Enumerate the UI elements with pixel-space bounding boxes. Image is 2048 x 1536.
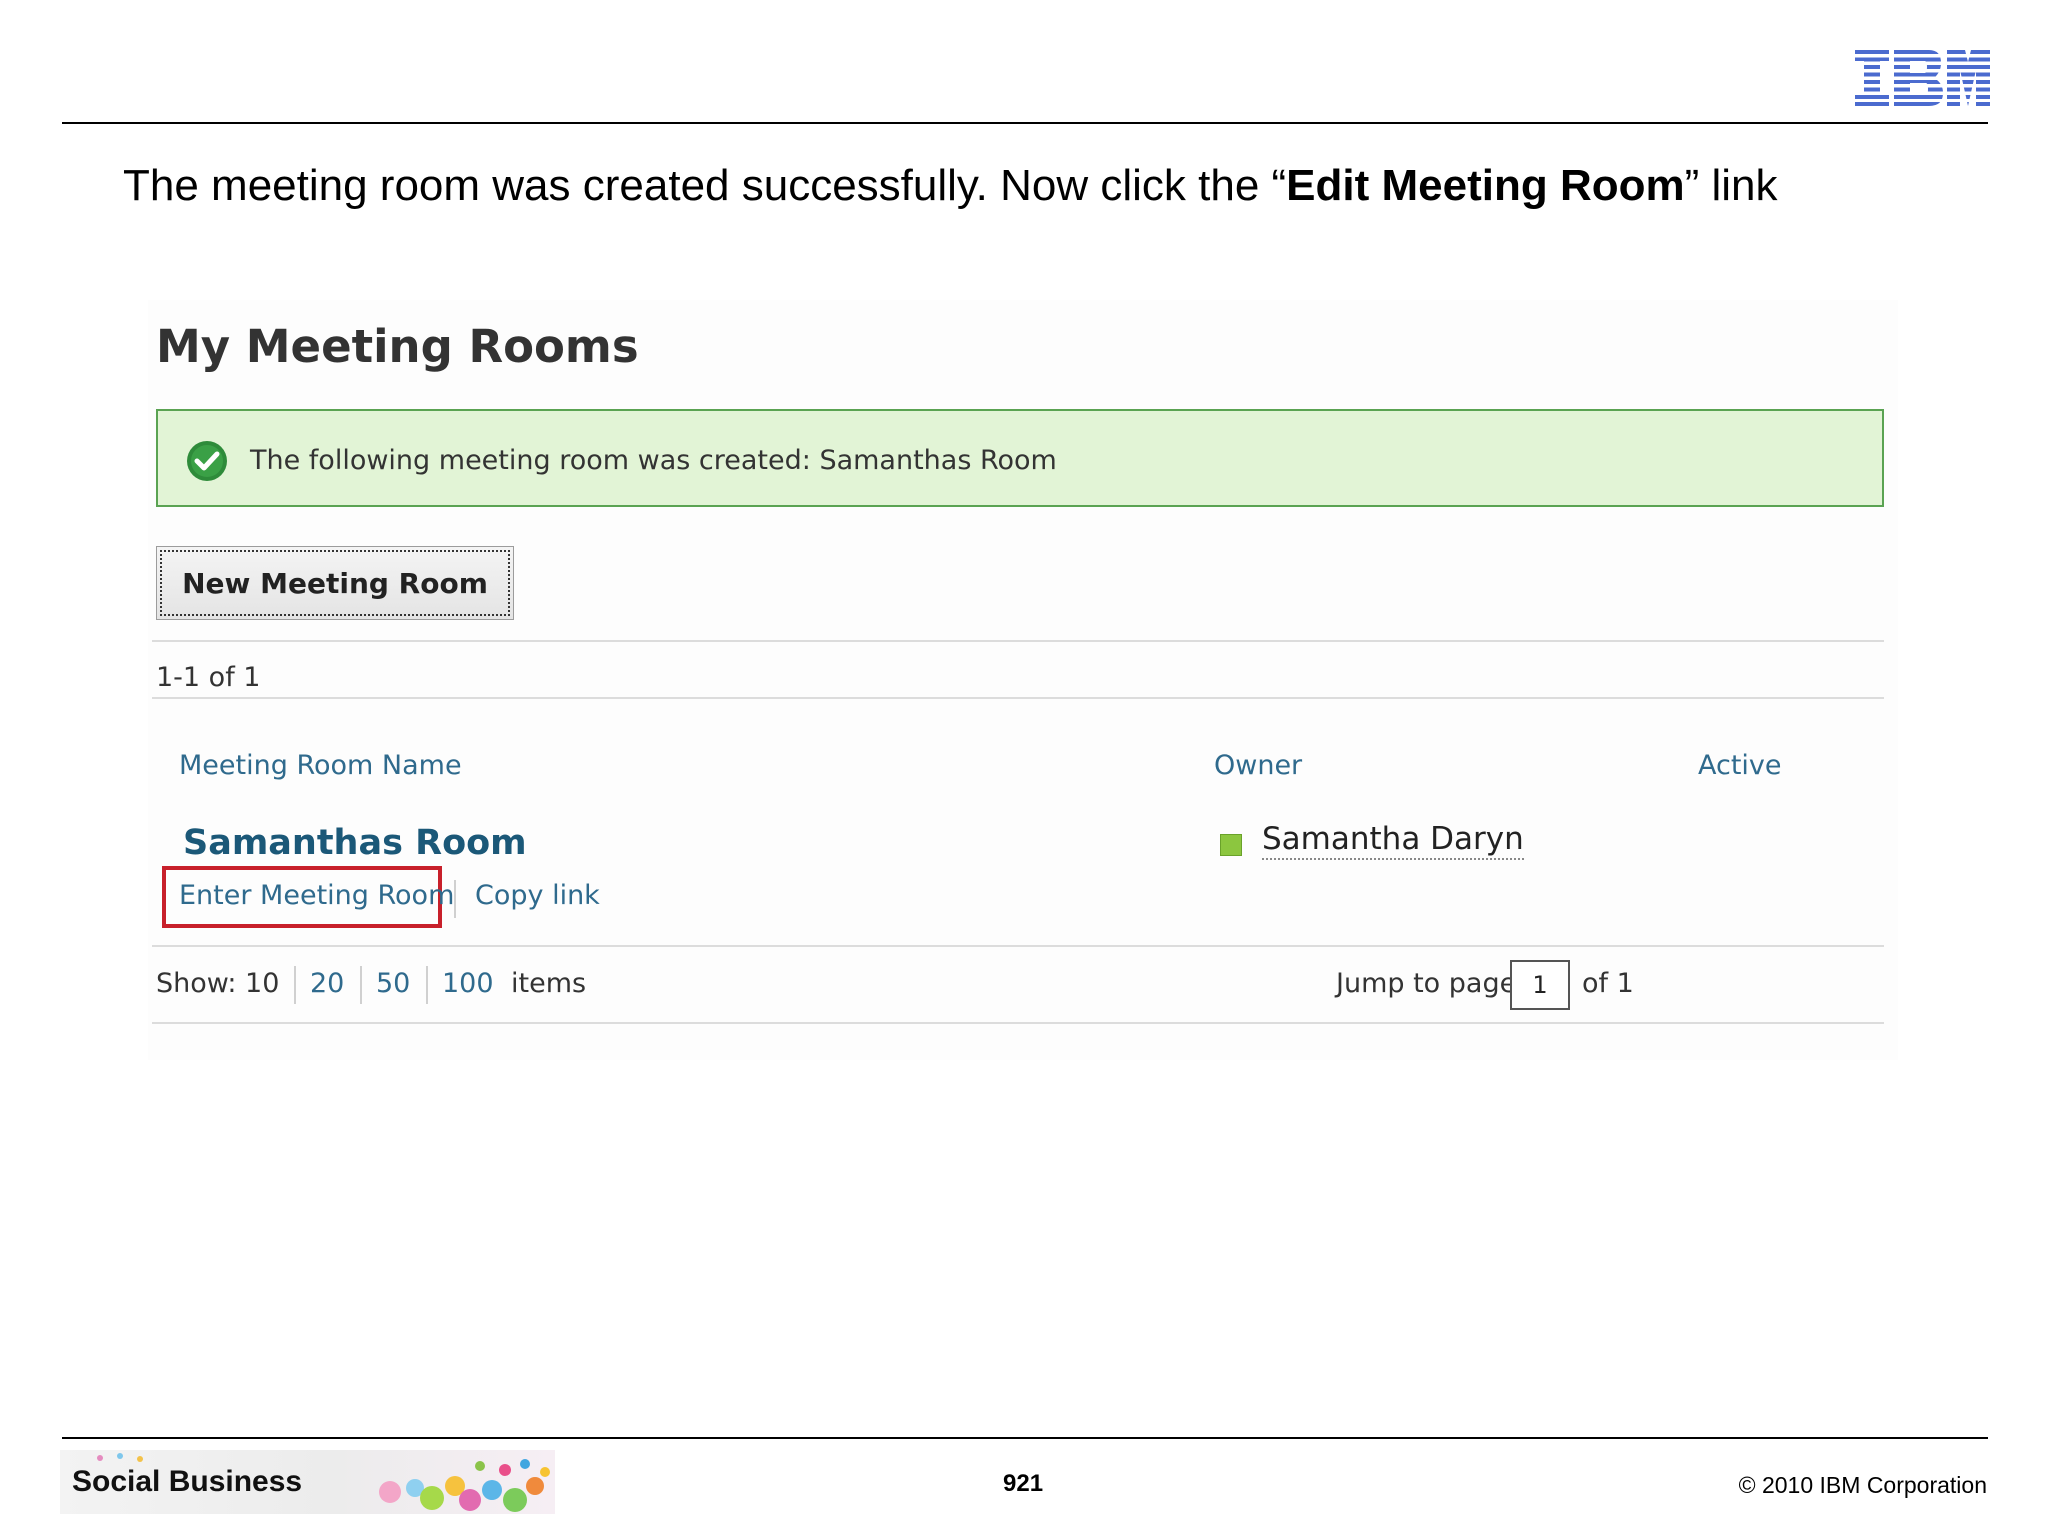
column-header-name[interactable]: Meeting Room Name	[179, 750, 462, 781]
footer-rule	[62, 1437, 1988, 1439]
paging-separator	[426, 966, 428, 1004]
instruction-post: ” link	[1684, 161, 1778, 210]
page-number: 921	[1003, 1470, 1044, 1497]
success-check-icon	[187, 441, 227, 481]
social-business-banner: Social Business	[60, 1450, 555, 1514]
column-header-active[interactable]: Active	[1698, 750, 1782, 781]
instruction-pre: The meeting room was created successfull…	[123, 161, 1287, 210]
brand-text: Social Business	[72, 1465, 303, 1498]
page-size-100-link[interactable]: 100	[442, 968, 494, 999]
paging-separator	[360, 966, 362, 1004]
meeting-rooms-screenshot: My Meeting Rooms The following meeting r…	[148, 300, 1898, 1060]
success-message-box: The following meeting room was created: …	[156, 409, 1884, 507]
jump-to-page-label: Jump to page	[1336, 968, 1517, 999]
page-size-20-link[interactable]: 20	[310, 968, 344, 999]
divider	[152, 945, 1884, 947]
link-separator	[454, 880, 456, 918]
divider	[152, 697, 1884, 699]
items-label: items	[511, 968, 587, 999]
page-size-50-link[interactable]: 50	[376, 968, 410, 999]
divider	[152, 640, 1884, 642]
ibm-logo	[1855, 50, 1990, 106]
page-total-label: of 1	[1582, 968, 1634, 999]
room-name-link[interactable]: Samanthas Room	[183, 823, 527, 863]
header-rule	[62, 122, 1988, 124]
instruction-text: The meeting room was created successfull…	[123, 158, 1983, 214]
column-header-owner[interactable]: Owner	[1214, 750, 1302, 781]
copy-link[interactable]: Copy link	[475, 880, 600, 911]
instruction-bold-link-name: Edit Meeting Room	[1286, 161, 1685, 210]
presence-available-icon	[1220, 834, 1242, 856]
show-label: Show: 10	[156, 968, 280, 999]
jump-to-page-input[interactable]	[1510, 960, 1570, 1010]
owner-name-link[interactable]: Samantha Daryn	[1262, 820, 1524, 860]
divider	[152, 1022, 1884, 1024]
new-meeting-room-button[interactable]: New Meeting Room	[156, 546, 514, 620]
enter-meeting-room-link[interactable]: Enter Meeting Room	[179, 880, 454, 911]
copyright: © 2010 IBM Corporation	[1738, 1472, 1987, 1498]
page-title: My Meeting Rooms	[156, 320, 639, 373]
result-count: 1-1 of 1	[156, 662, 261, 693]
success-message: The following meeting room was created: …	[250, 445, 1057, 476]
paging-separator	[294, 966, 296, 1004]
new-meeting-room-label: New Meeting Room	[182, 566, 488, 600]
